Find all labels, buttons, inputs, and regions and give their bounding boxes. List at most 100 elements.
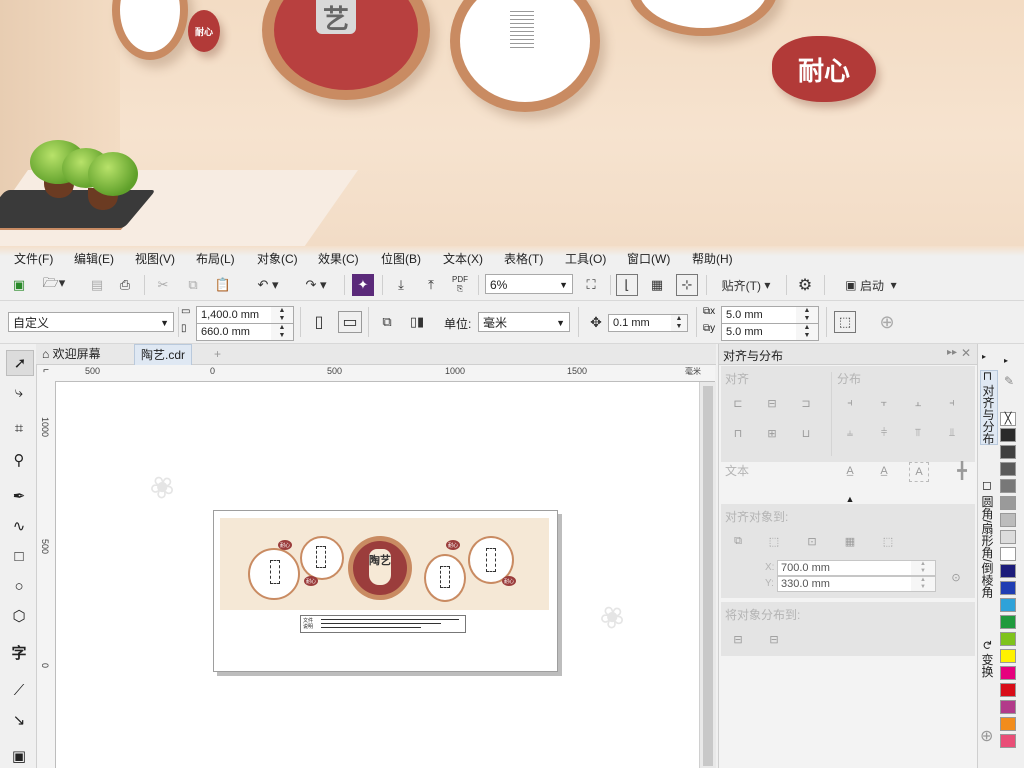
color-swatch[interactable] xyxy=(1000,479,1016,493)
color-swatch[interactable] xyxy=(1000,683,1016,697)
page-width-spinner[interactable]: ▲ ▼ xyxy=(271,306,294,324)
color-swatch[interactable] xyxy=(1000,666,1016,680)
paste-icon[interactable]: 📋 xyxy=(212,274,234,296)
menu-table[interactable]: 表格(T) xyxy=(504,250,543,267)
distribute-center-v-icon[interactable]: ⫩ xyxy=(875,424,893,442)
page-height-field[interactable]: 660.0 mm xyxy=(196,323,272,341)
options-gear-icon[interactable]: ⚙ xyxy=(794,274,816,296)
portrait-icon[interactable]: ▯ xyxy=(308,311,330,333)
design-legend[interactable]: 文件说明 xyxy=(300,615,466,633)
duplicate-y-field[interactable]: 5.0 mm xyxy=(721,323,797,341)
tab-transform[interactable]: ↻ 变换 xyxy=(980,640,996,677)
duplicate-y-spinner[interactable]: ▲ ▼ xyxy=(796,323,819,341)
distribute-left-icon[interactable]: ⫞ xyxy=(841,394,859,412)
add-docker-icon[interactable]: ⊕ xyxy=(980,726,993,746)
current-page-icon[interactable]: ▯▮ xyxy=(406,311,428,333)
align-bottom-icon[interactable]: ⊔ xyxy=(797,424,815,442)
color-swatch[interactable] xyxy=(1000,598,1016,612)
tab-align-distribute[interactable]: ⊏ 对齐与分布 xyxy=(980,370,998,446)
color-swatch[interactable] xyxy=(1000,547,1016,561)
align-center-h-icon[interactable]: ⊟ xyxy=(763,394,781,412)
publish-pdf-icon[interactable]: PDF ⎘ xyxy=(448,273,472,295)
page-height-spinner[interactable]: ▲ ▼ xyxy=(271,323,294,341)
color-swatch[interactable] xyxy=(1000,496,1016,510)
text-tool-icon[interactable]: 字 xyxy=(6,640,32,664)
menu-layout[interactable]: 布局(L) xyxy=(196,250,235,267)
treat-as-filled-icon[interactable]: ⬚ xyxy=(834,311,856,333)
nudge-distance-field[interactable]: 0.1 mm xyxy=(608,314,672,332)
print-icon[interactable]: ⎙ xyxy=(114,274,136,296)
ruler-origin-icon[interactable]: ⌐ xyxy=(37,365,56,382)
no-color-swatch[interactable]: ╳ xyxy=(1000,412,1016,426)
distribute-spacing-h-icon[interactable]: ⫠ xyxy=(909,394,927,412)
full-screen-icon[interactable]: ⛶ xyxy=(580,274,602,296)
export-icon[interactable]: ⤒ xyxy=(420,274,442,296)
palette-scroll-up-icon[interactable]: ▸ xyxy=(1004,356,1008,365)
open-folder-icon[interactable]: 🗁▾ xyxy=(38,274,70,296)
copy-icon[interactable]: ⧉ xyxy=(182,274,204,296)
distribute-right-icon[interactable]: ⫞ xyxy=(943,394,961,412)
color-swatch[interactable] xyxy=(1000,513,1016,527)
zoom-level-select[interactable]: 6% ▼ xyxy=(485,274,573,294)
nudge-spinner[interactable]: ▲ ▼ xyxy=(671,314,688,332)
unit-select[interactable]: 毫米 ▼ xyxy=(478,312,570,332)
color-swatch[interactable] xyxy=(1000,632,1016,646)
distribute-top-icon[interactable]: ⫨ xyxy=(841,424,859,442)
pick-point-icon[interactable]: ⊙ xyxy=(947,568,965,586)
vertical-ruler[interactable]: 1000 500 0 xyxy=(37,381,56,768)
color-swatch[interactable] xyxy=(1000,445,1016,459)
align-left-icon[interactable]: ⊏ xyxy=(729,394,747,412)
align-center-v-icon[interactable]: ⊞ xyxy=(763,424,781,442)
scroll-up-icon[interactable]: ▸ xyxy=(982,352,986,361)
ellipse-tool-icon[interactable]: ○ xyxy=(6,574,32,598)
dimension-tool-icon[interactable]: ⟋ xyxy=(6,678,32,702)
align-x-field[interactable]: 700.0 mm xyxy=(777,560,912,576)
text-baseline-first-icon[interactable]: A̲ xyxy=(841,462,859,480)
tab-welcome[interactable]: ⌂ 欢迎屏幕 xyxy=(36,344,107,364)
tab-fillet[interactable]: ◻ 圆角/扇形角/倒棱角 xyxy=(980,478,996,598)
eyedropper-icon[interactable]: ✎ xyxy=(1004,374,1014,388)
all-pages-icon[interactable]: ⧉ xyxy=(376,311,398,333)
distribute-center-h-icon[interactable]: ⫟ xyxy=(875,394,893,412)
menu-bitmaps[interactable]: 位图(B) xyxy=(381,250,421,267)
connector-tool-icon[interactable]: ↘ xyxy=(6,708,32,732)
align-top-icon[interactable]: ⊓ xyxy=(729,424,747,442)
menu-view[interactable]: 视图(V) xyxy=(135,250,175,267)
undo-icon[interactable]: ↶ ▾ xyxy=(248,274,288,296)
vertical-scrollbar[interactable] xyxy=(699,382,716,768)
page-edge-icon[interactable]: ⬚ xyxy=(765,532,783,550)
distribute-bottom-icon[interactable]: ⫫ xyxy=(943,424,961,442)
drop-shadow-tool-icon[interactable]: ▣ xyxy=(6,744,32,768)
align-right-icon[interactable]: ⊐ xyxy=(797,394,815,412)
tab-document[interactable]: 陶艺.cdr xyxy=(134,344,193,365)
show-guidelines-icon[interactable]: ⊹ xyxy=(676,274,698,296)
distribute-selection-icon[interactable]: ⊟ xyxy=(729,630,747,648)
page-size-select[interactable]: 自定义 ▼ xyxy=(8,312,174,332)
pen-tool-icon[interactable]: ✒ xyxy=(6,484,32,508)
page-center-icon[interactable]: ⊡ xyxy=(803,532,821,550)
color-swatch[interactable] xyxy=(1000,581,1016,595)
search-content-icon[interactable]: ✦ xyxy=(352,274,374,296)
menu-window[interactable]: 窗口(W) xyxy=(627,250,670,267)
zoom-tool-icon[interactable]: ⚲ xyxy=(6,448,32,472)
redo-icon[interactable]: ↷ ▾ xyxy=(296,274,336,296)
color-swatch[interactable] xyxy=(1000,700,1016,714)
color-swatch[interactable] xyxy=(1000,649,1016,663)
show-grid-icon[interactable]: ▦ xyxy=(646,274,668,296)
color-swatch[interactable] xyxy=(1000,717,1016,731)
color-swatch[interactable] xyxy=(1000,734,1016,748)
shape-tool-icon[interactable]: ⤷ xyxy=(6,380,32,404)
distribute-page-icon[interactable]: ⊟ xyxy=(765,630,783,648)
color-swatch[interactable] xyxy=(1000,530,1016,544)
color-swatch[interactable] xyxy=(1000,564,1016,578)
text-outline-icon[interactable]: ╋ xyxy=(953,462,971,480)
pick-tool-icon[interactable]: ➚ xyxy=(6,350,34,376)
color-swatch[interactable] xyxy=(1000,428,1016,442)
distribute-spacing-v-icon[interactable]: ⫪ xyxy=(909,424,927,442)
align-y-spinner[interactable]: ▲ ▼ xyxy=(911,576,936,592)
menu-help[interactable]: 帮助(H) xyxy=(692,250,733,267)
color-swatch[interactable] xyxy=(1000,462,1016,476)
new-document-icon[interactable]: ▣ xyxy=(8,274,30,296)
menu-edit[interactable]: 编辑(E) xyxy=(74,250,114,267)
crop-tool-icon[interactable]: ⌗ xyxy=(6,416,32,440)
